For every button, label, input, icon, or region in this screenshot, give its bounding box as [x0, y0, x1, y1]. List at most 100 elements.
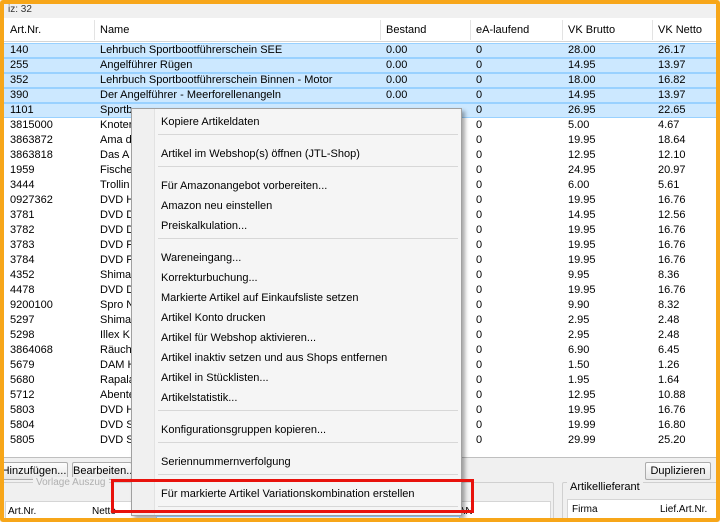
- cell-laufend: 0: [476, 344, 483, 356]
- column-header-1[interactable]: Name: [100, 18, 129, 42]
- context-menu-item[interactable]: Für Amazonangebot vorbereiten...: [156, 176, 460, 196]
- cell-name: Lehrbuch Sportbootführerschein Binnen - …: [100, 74, 333, 86]
- context-menu-item[interactable]: Für markierte Artikel eBay Vorlagen erst…: [156, 516, 460, 518]
- context-menu-item[interactable]: Amazon neu einstellen: [156, 196, 460, 216]
- column-separator[interactable]: [94, 20, 95, 40]
- cell-artnr: 3864068: [10, 344, 53, 356]
- cell-artnr: 3815000: [10, 119, 53, 131]
- cell-laufend: 0: [476, 209, 483, 221]
- column-separator[interactable]: [380, 20, 381, 40]
- cell-bestand: 0.00: [386, 44, 408, 56]
- cell-brutto: 1.95: [568, 374, 590, 386]
- context-menu-item[interactable]: Wareneingang...: [156, 248, 460, 268]
- supplier-column-header[interactable]: Firma: [572, 500, 598, 518]
- cell-brutto: 19.95: [568, 194, 596, 206]
- context-menu-item[interactable]: Artikel Konto drucken: [156, 308, 460, 328]
- cell-artnr: 5803: [10, 404, 35, 416]
- cell-laufend: 0: [476, 164, 483, 176]
- cell-name: Angelführer Rügen: [100, 59, 193, 71]
- cell-netto: 2.48: [658, 329, 680, 341]
- cell-netto: 12.10: [658, 149, 686, 161]
- template-column-header[interactable]: Art.Nr.: [8, 502, 36, 518]
- context-menu-item[interactable]: Artikel im Webshop(s) öffnen (JTL-Shop): [156, 144, 460, 164]
- context-menu-item[interactable]: Artikel in Stücklisten...: [156, 368, 460, 388]
- cell-artnr: 5804: [10, 419, 35, 431]
- cell-artnr: 5680: [10, 374, 35, 386]
- cell-brutto: 26.95: [568, 104, 596, 116]
- cell-brutto: 19.95: [568, 254, 596, 266]
- cell-netto: 6.45: [658, 344, 680, 356]
- cell-laufend: 0: [476, 44, 483, 56]
- cell-artnr: 140: [10, 44, 29, 56]
- cell-netto: 4.67: [658, 119, 680, 131]
- cell-brutto: 29.99: [568, 434, 596, 446]
- cell-brutto: 19.95: [568, 404, 596, 416]
- cell-netto: 10.88: [658, 389, 686, 401]
- cell-laufend: 0: [476, 299, 483, 311]
- context-menu-item[interactable]: Artikel für Webshop aktivieren...: [156, 328, 460, 348]
- table-row[interactable]: 140 Lehrbuch Sportbootführerschein SEE 0.0…: [4, 43, 716, 58]
- cell-brutto: 28.00: [568, 44, 596, 56]
- cell-brutto: 2.95: [568, 329, 590, 341]
- supplier-group-title: Artikellieferant: [567, 481, 643, 493]
- cell-laufend: 0: [476, 59, 483, 71]
- cell-laufend: 0: [476, 389, 483, 401]
- column-header-0[interactable]: Art.Nr.: [10, 18, 41, 42]
- column-header-3[interactable]: eA-laufend: [476, 18, 529, 42]
- cell-name: Der Angelführer - Meerforellenangeln: [100, 89, 281, 101]
- cell-brutto: 2.95: [568, 314, 590, 326]
- context-menu-item[interactable]: Artikel inaktiv setzen und aus Shops ent…: [156, 348, 460, 368]
- cell-laufend: 0: [476, 134, 483, 146]
- table-row[interactable]: 352 Lehrbuch Sportbootführerschein Binnen…: [4, 73, 716, 88]
- cell-artnr: 1101: [10, 104, 34, 116]
- column-header-5[interactable]: VK Netto: [658, 18, 702, 42]
- context-menu-item[interactable]: Preiskalkulation...: [156, 216, 460, 236]
- context-menu-item[interactable]: Markierte Artikel auf Einkaufsliste setz…: [156, 288, 460, 308]
- menu-separator: [158, 134, 458, 135]
- cell-netto: 12.56: [658, 209, 686, 221]
- cell-laufend: 0: [476, 224, 483, 236]
- cell-laufend: 0: [476, 89, 483, 101]
- table-row[interactable]: 390 Der Angelführer - Meerforellenangeln 0…: [4, 88, 716, 103]
- highlight-annotation-box: [111, 479, 474, 513]
- table-row[interactable]: 255 Angelführer Rügen 0.00 0 14.95 13.97: [4, 58, 716, 73]
- cell-brutto: 12.95: [568, 149, 596, 161]
- cell-artnr: 3782: [10, 224, 35, 236]
- column-separator[interactable]: [562, 20, 563, 40]
- cell-artnr: 4352: [10, 269, 35, 281]
- column-separator[interactable]: [470, 20, 471, 40]
- menu-separator: [158, 442, 458, 443]
- cell-brutto: 5.00: [568, 119, 590, 131]
- cell-laufend: 0: [476, 254, 483, 266]
- cell-laufend: 0: [476, 179, 483, 191]
- cell-brutto: 14.95: [568, 209, 596, 221]
- cell-brutto: 14.95: [568, 89, 596, 101]
- menu-separator: [158, 410, 458, 411]
- context-menu-item[interactable]: Artikelstatistik...: [156, 388, 460, 408]
- cell-laufend: 0: [476, 104, 483, 116]
- cell-netto: 13.97: [658, 89, 686, 101]
- cell-netto: 20.97: [658, 164, 686, 176]
- column-separator[interactable]: [652, 20, 653, 40]
- context-menu-item[interactable]: Konfigurationsgruppen kopieren...: [156, 420, 460, 440]
- cell-laufend: 0: [476, 119, 483, 131]
- cell-netto: 16.76: [658, 194, 686, 206]
- menu-separator: [158, 474, 458, 475]
- cell-laufend: 0: [476, 434, 483, 446]
- duplicate-button[interactable]: Duplizieren: [645, 462, 711, 480]
- cell-netto: 18.64: [658, 134, 686, 146]
- cell-netto: 22.65: [658, 104, 686, 116]
- cell-artnr: 9200100: [10, 299, 53, 311]
- column-header-4[interactable]: VK Brutto: [568, 18, 615, 42]
- cell-netto: 2.48: [658, 314, 680, 326]
- column-header-2[interactable]: Bestand: [386, 18, 426, 42]
- app-window: iz: 32 Art.Nr. Name Bestand eA-laufend VK Br…: [0, 0, 720, 522]
- cell-netto: 16.82: [658, 74, 686, 86]
- context-menu-item[interactable]: Kopiere Artikeldaten: [156, 112, 460, 132]
- context-menu-item[interactable]: Seriennummernverfolgung: [156, 452, 460, 472]
- cell-artnr: 3863818: [10, 149, 53, 161]
- supplier-column-header[interactable]: Lief.Art.Nr.: [660, 500, 707, 518]
- cell-bestand: 0.00: [386, 59, 408, 71]
- context-menu-item[interactable]: Korrekturbuchung...: [156, 268, 460, 288]
- cell-netto: 13.97: [658, 59, 686, 71]
